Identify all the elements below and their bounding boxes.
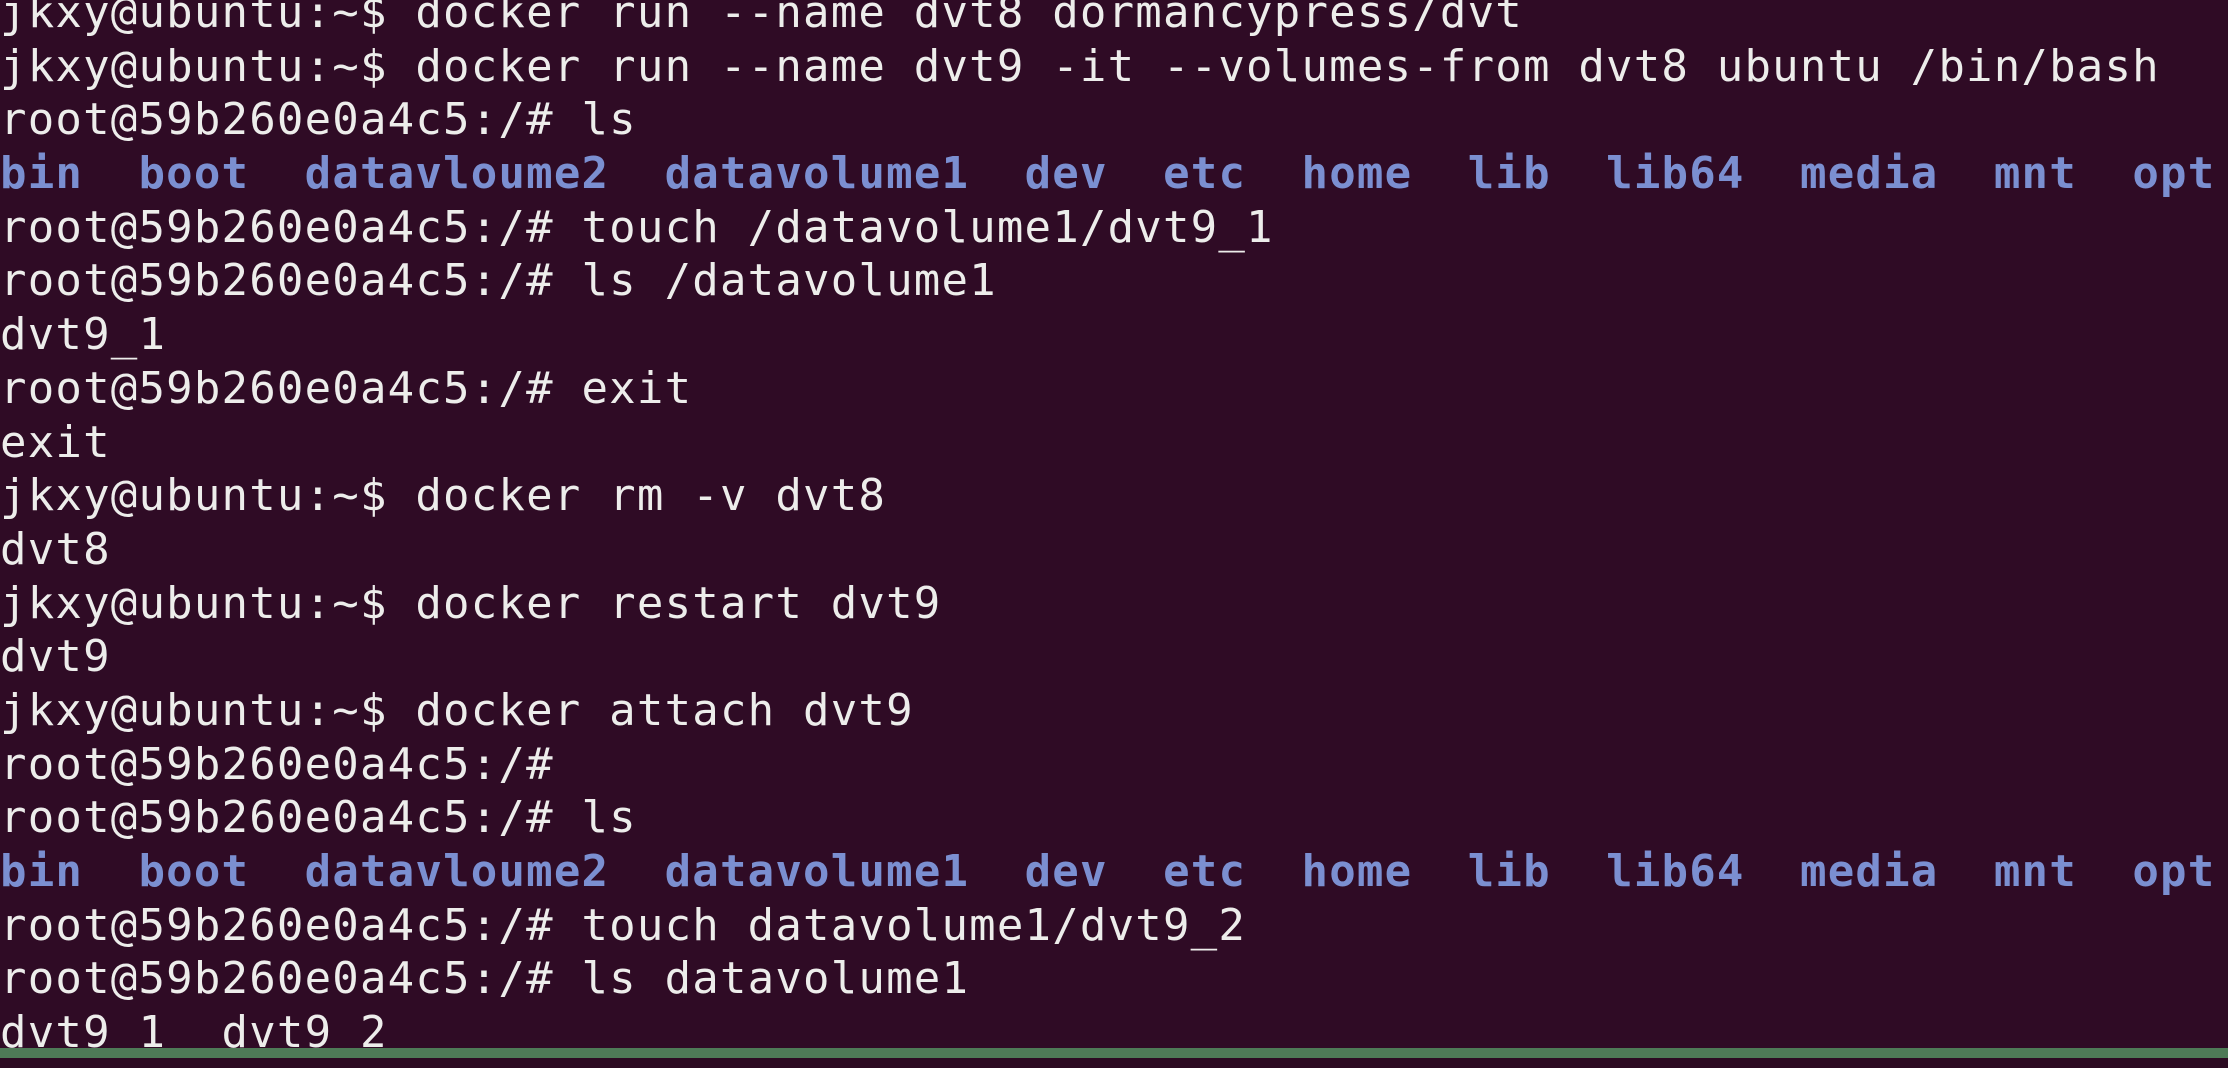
ls-directory-listing: bin boot datavloume2 datavolume1 dev etc…	[0, 845, 2228, 899]
output-line: dvt8	[0, 523, 111, 575]
directory-name: opt	[2132, 846, 2216, 897]
directory-name: etc	[1163, 148, 1247, 200]
directory-name: dev	[1024, 148, 1108, 200]
output-line: dvt9_1	[0, 309, 167, 361]
command-line: jkxy@ubuntu:~$ docker rm -v dvt8	[0, 470, 887, 522]
command-line: root@59b260e0a4c5:/# exit	[0, 362, 693, 414]
directory-name: media	[1800, 148, 1939, 200]
directory-name: opt	[2132, 148, 2216, 200]
column-gap	[83, 148, 138, 199]
directory-name: etc	[1163, 846, 1247, 897]
command-line: root@59b260e0a4c5:/# touch datavolume1/d…	[0, 899, 1247, 951]
directory-name: lib	[1467, 846, 1551, 897]
column-gap	[969, 148, 1024, 199]
column-gap	[1412, 148, 1467, 199]
bottom-bar	[0, 1048, 2228, 1058]
directory-name: bin	[0, 148, 84, 200]
directory-name: media	[1800, 846, 1939, 897]
directory-name: mnt	[1993, 846, 2077, 897]
directory-name: home	[1301, 148, 1413, 200]
directory-name: home	[1301, 846, 1413, 897]
column-gap	[2077, 846, 2132, 897]
command-line: root@59b260e0a4c5:/# ls /datavolume1	[0, 255, 997, 307]
column-gap	[1938, 148, 1993, 199]
command-line: root@59b260e0a4c5:/# ls	[0, 792, 637, 844]
directory-name: lib64	[1606, 148, 1745, 200]
output-line: dvt9	[0, 631, 111, 683]
column-gap	[1246, 148, 1301, 199]
terminal-window[interactable]: jkxy@ubuntu:~$ docker run --name dvt8 do…	[0, 0, 2228, 1058]
column-gap	[2215, 148, 2228, 199]
directory-name: datavloume2	[304, 148, 610, 200]
directory-name: boot	[138, 148, 250, 200]
column-gap	[1551, 148, 1606, 199]
command-line: jkxy@ubuntu:~$ docker restart dvt9	[0, 577, 942, 629]
column-gap	[249, 148, 304, 199]
column-gap	[1108, 148, 1163, 199]
column-gap	[1551, 846, 1606, 897]
terminal-output: jkxy@ubuntu:~$ docker run --name dvt8 do…	[0, 0, 2228, 1058]
directory-name: datavloume2	[304, 846, 610, 897]
directory-name: bin	[0, 846, 84, 897]
ls-directory-listing: bin boot datavloume2 datavolume1 dev etc…	[0, 147, 2228, 201]
directory-name: dev	[1024, 846, 1108, 897]
directory-name: lib64	[1606, 846, 1745, 897]
column-gap	[969, 846, 1024, 897]
command-line: jkxy@ubuntu:~$ docker attach dvt9	[0, 684, 914, 736]
column-gap	[1412, 846, 1467, 897]
column-gap	[83, 846, 138, 897]
command-line: root@59b260e0a4c5:/# ls	[0, 94, 637, 146]
column-gap	[609, 846, 664, 897]
column-gap	[2215, 846, 2228, 897]
command-line: root@59b260e0a4c5:/# ls datavolume1	[0, 953, 970, 1005]
command-line: root@59b260e0a4c5:/#	[0, 738, 554, 790]
column-gap	[1745, 148, 1800, 199]
column-gap	[1108, 846, 1163, 897]
directory-name: datavolume1	[664, 148, 970, 200]
directory-name: lib	[1467, 148, 1551, 200]
column-gap	[1938, 846, 1993, 897]
command-line: jkxy@ubuntu:~$ docker run --name dvt9 -i…	[0, 40, 2160, 92]
column-gap	[609, 148, 664, 199]
column-gap	[249, 846, 304, 897]
directory-name: boot	[138, 846, 250, 897]
directory-name: mnt	[1993, 148, 2077, 200]
column-gap	[1745, 846, 1800, 897]
command-line: jkxy@ubuntu:~$ docker run --name dvt8 do…	[0, 0, 1523, 38]
output-line: exit	[0, 416, 111, 468]
command-line: root@59b260e0a4c5:/# touch /datavolume1/…	[0, 201, 1274, 253]
column-gap	[1246, 846, 1301, 897]
directory-name: datavolume1	[664, 846, 970, 897]
column-gap	[2077, 148, 2132, 199]
